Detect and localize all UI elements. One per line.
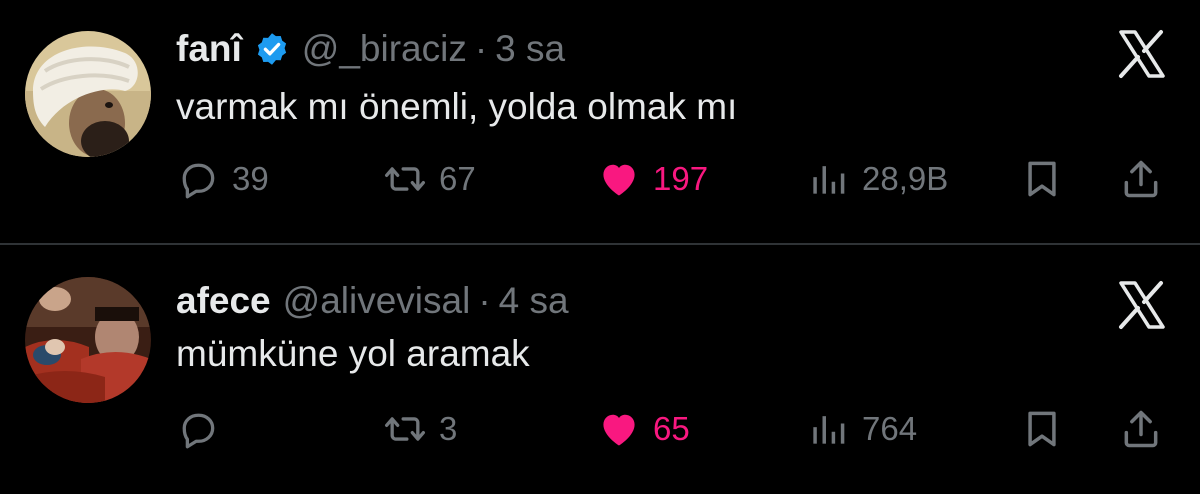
x-logo-icon[interactable] [1113,26,1169,82]
cinema-seats-image [25,277,151,403]
reply-icon [176,157,220,201]
turban-portrait-image [25,31,151,157]
reply-button[interactable] [176,404,220,454]
bookmark-icon [1020,407,1064,451]
repost-count: 67 [439,160,476,197]
views-icon [806,407,850,451]
like-count: 197 [653,160,709,197]
separator-dot: · [474,28,488,69]
bookmark-button[interactable] [1020,404,1064,454]
like-button[interactable]: 65 [597,404,690,454]
repost-icon [383,157,427,201]
tweet-header: fanî @_biraciz · 3 sa [176,24,565,74]
like-button[interactable]: 197 [597,154,708,204]
reply-count: 39 [232,160,269,197]
handle[interactable]: @_biraciz [302,28,467,70]
views-button[interactable]: 28,9B [806,154,948,204]
timestamp[interactable]: 4 sa [499,280,569,322]
tweet[interactable]: fanî @_biraciz · 3 sa varmak mı önemli, … [0,0,1200,244]
avatar[interactable] [25,277,151,403]
views-button[interactable]: 764 [806,404,917,454]
repost-button[interactable]: 3 [383,404,457,454]
tweet-header: afece @alivevisal · 4 sa [176,276,569,326]
bookmark-icon [1020,157,1064,201]
display-name[interactable]: fanî [176,28,242,70]
avatar[interactable] [25,31,151,157]
like-count: 65 [653,410,690,447]
tweet[interactable]: afece @alivevisal · 4 sa mümküne yol ara… [0,245,1200,494]
tweet-text: varmak mı önemli, yolda olmak mı [176,86,738,127]
separator-dot: · [478,280,491,321]
x-logo-icon[interactable] [1113,277,1169,333]
share-icon [1119,407,1163,451]
share-button[interactable] [1119,404,1163,454]
repost-button[interactable]: 67 [383,154,476,204]
heart-icon [597,407,641,451]
repost-count: 3 [439,410,458,447]
view-count: 28,9B [862,160,949,197]
action-bar: 39 67 197 28,9B [0,154,1200,204]
share-icon [1119,157,1163,201]
verified-badge-icon [254,31,290,67]
views-icon [806,157,850,201]
display-name[interactable]: afece [176,280,271,322]
handle[interactable]: @alivevisal [283,280,471,322]
heart-icon [597,157,641,201]
repost-icon [383,407,427,451]
reply-icon [176,407,220,451]
tweet-text: mümküne yol aramak [176,333,530,374]
action-bar: 3 65 764 [0,404,1200,454]
reply-button[interactable]: 39 [176,154,269,204]
share-button[interactable] [1119,154,1163,204]
timestamp[interactable]: 3 sa [495,28,565,70]
bookmark-button[interactable] [1020,154,1064,204]
view-count: 764 [862,410,918,447]
